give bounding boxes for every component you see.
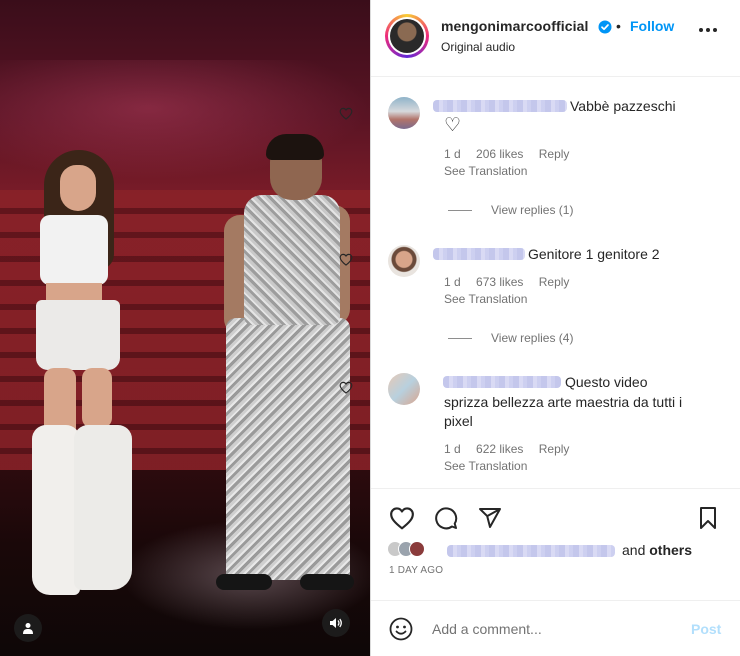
comment-text: Vabbè pazzeschi (570, 98, 676, 114)
commenter-avatar[interactable] (388, 245, 420, 277)
replies-divider (448, 338, 472, 339)
post-details-panel: mengonimarcoofficial • Follow Original a… (339, 0, 740, 656)
comment-likes[interactable]: 673 likes (476, 275, 523, 289)
view-replies-button[interactable]: View replies (1) (491, 203, 573, 217)
singer-woman-boot (32, 425, 80, 595)
comment-time: 1 d (444, 147, 461, 161)
volume-button[interactable] (322, 609, 350, 637)
singer-man-shoe (300, 574, 354, 590)
comment-meta: 1 d 622 likes Reply (444, 442, 581, 456)
tagged-users-button[interactable] (14, 614, 42, 642)
commenter-avatar[interactable] (388, 373, 420, 405)
liked-by-others[interactable]: others (649, 542, 692, 558)
reply-button[interactable]: Reply (539, 275, 570, 289)
post-comment-button[interactable]: Post (691, 621, 721, 637)
see-translation-link[interactable]: See Translation (444, 292, 527, 306)
author-avatar[interactable] (385, 14, 429, 58)
comment-meta: 1 d 673 likes Reply (444, 275, 581, 289)
see-translation-link[interactable]: See Translation (444, 164, 527, 178)
liker-avatar (409, 541, 425, 557)
speaker-icon (330, 618, 342, 628)
singer-man-trousers (226, 318, 350, 580)
follow-button[interactable]: Follow (630, 18, 674, 34)
singer-man-hair (266, 134, 324, 160)
singer-woman-top (40, 215, 108, 285)
comment-likes[interactable]: 622 likes (476, 442, 523, 456)
commenter-name-redacted[interactable] (433, 248, 525, 260)
liked-by-redacted[interactable] (447, 545, 615, 557)
avatar-image (390, 19, 424, 53)
comment-time: 1 d (444, 442, 461, 456)
verified-badge-icon (598, 20, 612, 34)
singer-woman-shorts (36, 300, 120, 370)
comments-list[interactable]: Vabbè pazzeschi ♡ 1 d 206 likes Reply Se… (339, 78, 740, 488)
share-send-icon[interactable] (477, 506, 503, 530)
avatar-frame (388, 17, 426, 55)
see-translation-link[interactable]: See Translation (444, 459, 527, 473)
comment-time: 1 d (444, 275, 461, 289)
comment-likes[interactable]: 206 likes (476, 147, 523, 161)
comment-text: Genitore 1 genitore 2 (528, 246, 660, 262)
comment-text: Questo video sprizza bellezza arte maest… (444, 374, 683, 429)
comment-input[interactable]: Add a comment... (432, 621, 542, 637)
singer-woman-leg (82, 368, 112, 428)
author-username[interactable]: mengonimarcoofficial (441, 18, 588, 34)
more-options-icon[interactable] (698, 27, 718, 33)
comment-heart-emoji: ♡ (444, 115, 462, 136)
like-heart-icon[interactable] (389, 506, 415, 530)
emoji-icon[interactable] (389, 617, 413, 641)
singer-man-top (244, 195, 340, 325)
view-replies-button[interactable]: View replies (4) (491, 331, 573, 345)
comment-composer: Add a comment... Post (371, 600, 740, 656)
audio-link[interactable]: Original audio (441, 40, 515, 54)
header-separator: • (616, 18, 621, 34)
post-header: mengonimarcoofficial • Follow Original a… (371, 0, 740, 77)
post-date[interactable]: 1 DAY AGO (389, 565, 443, 576)
video-player[interactable] (0, 0, 370, 656)
singer-woman-face (60, 165, 96, 211)
liked-by-and: and (622, 542, 646, 558)
comment-meta: 1 d 206 likes Reply (444, 147, 581, 161)
commenter-avatar[interactable] (388, 97, 420, 129)
user-icon (23, 623, 33, 634)
comment-bubble-icon[interactable] (433, 506, 459, 530)
save-bookmark-icon[interactable] (697, 506, 719, 530)
reply-button[interactable]: Reply (539, 442, 570, 456)
reply-button[interactable]: Reply (539, 147, 570, 161)
singer-man-shoe (216, 574, 272, 590)
liked-by-text[interactable]: and others (622, 542, 692, 558)
singer-woman-boot (74, 425, 132, 590)
replies-divider (448, 210, 472, 211)
commenter-name-redacted[interactable] (433, 100, 567, 112)
